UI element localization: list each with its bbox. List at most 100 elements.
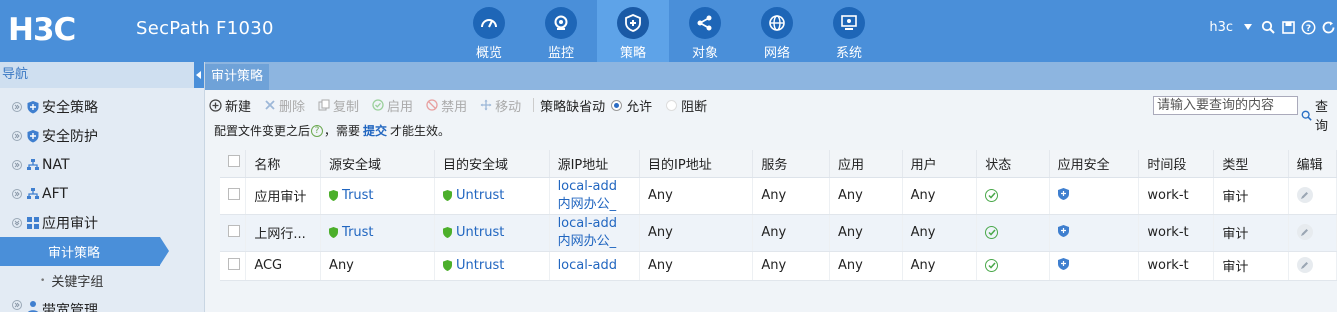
sidebar-item-nat[interactable]: NAT <box>0 150 204 179</box>
edit-icon[interactable] <box>1296 224 1313 241</box>
nav-network[interactable]: 网络 <box>741 0 813 62</box>
collapse-icon[interactable] <box>12 217 22 228</box>
search-button[interactable]: 查询 <box>1301 96 1337 134</box>
col-header[interactable]: 目的安全域 <box>434 150 550 178</box>
block-radio[interactable] <box>666 99 678 111</box>
chevron-left-icon <box>196 71 201 79</box>
src-ip-link[interactable]: local-add <box>558 178 639 196</box>
commit-link[interactable]: 提交 <box>363 122 387 139</box>
delete-button[interactable]: 删除 <box>263 96 305 115</box>
col-header[interactable]: 应用安全 <box>1049 150 1140 178</box>
copy-button[interactable]: 复制 <box>317 96 359 115</box>
notice-text: 配置文件变更之后 <box>214 124 311 138</box>
sidebar-item-label: 带宽管理 <box>42 303 98 312</box>
nav-system[interactable]: 系统 <box>813 0 885 62</box>
nav-monitor[interactable]: 监控 <box>525 0 597 62</box>
status-enabled-icon[interactable] <box>985 226 999 239</box>
src-zone[interactable]: Trust <box>329 188 434 203</box>
time-range-link[interactable]: work-t <box>1138 177 1215 215</box>
expand-icon[interactable] <box>12 130 22 141</box>
user: Any <box>902 214 978 252</box>
src-ip-link[interactable]: 内网办公_ <box>558 196 639 214</box>
svg-text:?: ? <box>1305 24 1310 34</box>
sidebar-item-label: 应用审计 <box>42 215 98 232</box>
time-range-link[interactable]: work-t <box>1138 214 1215 252</box>
type: 审计 <box>1213 214 1289 252</box>
help-icon[interactable]: ? <box>311 124 324 137</box>
disable-button[interactable]: 禁用 <box>425 96 467 115</box>
nav-object[interactable]: 对象 <box>669 0 741 62</box>
dst-zone[interactable]: Untrust <box>443 188 549 203</box>
move-button-label: 移动 <box>495 99 522 115</box>
tab-audit-policy[interactable]: 审计策略 <box>205 64 270 90</box>
dst-zone[interactable]: Untrust <box>443 225 549 240</box>
search-input[interactable]: 请输入要查询的内容 <box>1153 96 1298 115</box>
user-menu[interactable]: h3c <box>1209 20 1233 35</box>
row-checkbox[interactable] <box>228 224 240 237</box>
dst-zone[interactable]: Untrust <box>443 258 549 273</box>
default-action-label: 策略缺省动 <box>540 99 606 115</box>
col-header[interactable]: 编辑 <box>1288 150 1337 178</box>
status-enabled-icon[interactable] <box>985 189 999 202</box>
sidebar-item-label: 安全策略 <box>42 99 98 116</box>
src-zone[interactable]: Trust <box>329 225 434 240</box>
src-ip-link[interactable]: local-add <box>558 257 639 275</box>
network-icon <box>27 187 39 199</box>
col-header[interactable]: 状态 <box>976 150 1050 178</box>
edit-icon[interactable] <box>1296 187 1313 204</box>
col-header[interactable]: 服务 <box>752 150 830 178</box>
select-all-checkbox[interactable] <box>228 155 240 168</box>
col-header[interactable]: 时间段 <box>1138 150 1215 178</box>
select-all-cell[interactable] <box>220 150 247 178</box>
sidebar-item-app-audit[interactable]: 应用审计 <box>0 208 204 237</box>
col-header[interactable]: 源IP地址 <box>549 150 641 178</box>
app-security-shield-icon[interactable] <box>1057 224 1069 237</box>
app-security-shield-icon[interactable] <box>1057 187 1069 200</box>
service: Any <box>752 177 830 215</box>
caret-down-icon[interactable] <box>1239 18 1257 36</box>
src-ip-link[interactable]: 内网办公_ <box>558 233 639 251</box>
help-icon[interactable]: ? <box>1299 18 1317 36</box>
sidebar-collapse-button[interactable] <box>194 62 204 88</box>
expand-icon[interactable] <box>12 159 22 170</box>
sidebar-subitem-keyword-group[interactable]: • 关键字组 <box>0 266 204 295</box>
expand-icon[interactable] <box>12 188 22 199</box>
src-ip-link[interactable]: local-add <box>558 215 639 233</box>
sidebar-item-bandwidth[interactable]: 带宽管理 <box>0 295 204 312</box>
row-checkbox[interactable] <box>228 257 240 270</box>
enable-button[interactable]: 启用 <box>371 96 413 115</box>
sidebar-item-aft[interactable]: AFT <box>0 179 204 208</box>
status-enabled-icon[interactable] <box>985 259 999 272</box>
col-header[interactable]: 应用 <box>829 150 903 178</box>
allow-radio[interactable] <box>611 99 623 111</box>
move-button[interactable]: 移动 <box>479 96 521 115</box>
plus-circle-icon <box>209 98 222 112</box>
col-header[interactable]: 源安全域 <box>320 150 436 178</box>
time-range-link[interactable]: work-t <box>1138 251 1215 281</box>
new-button[interactable]: 新建 <box>209 96 251 115</box>
nav-overview[interactable]: 概览 <box>453 0 525 62</box>
save-icon[interactable] <box>1279 18 1297 36</box>
shield-icon <box>27 129 39 142</box>
table-row[interactable]: 上网行... Trust Untrust local-add 内网办公_ Any … <box>220 214 1337 252</box>
sidebar: 导航 安全策略 安全防护 NAT AFT 应用审计 审计策略 • 关键字组 带宽… <box>0 62 205 312</box>
col-header[interactable]: 名称 <box>245 150 322 178</box>
col-header[interactable]: 类型 <box>1213 150 1289 178</box>
col-header[interactable]: 目的IP地址 <box>639 150 754 178</box>
expand-icon[interactable] <box>12 300 22 310</box>
nav-policy[interactable]: 策略 <box>597 0 669 62</box>
user-icon <box>27 301 39 312</box>
sidebar-item-security-policy[interactable]: 安全策略 <box>0 92 204 121</box>
sidebar-subitem-audit-policy[interactable]: 审计策略 <box>0 237 169 266</box>
app-security-shield-icon[interactable] <box>1057 257 1069 270</box>
table-row[interactable]: 应用审计 Trust Untrust local-add 内网办公_ Any An… <box>220 177 1337 215</box>
col-header[interactable]: 用户 <box>902 150 978 178</box>
expand-icon[interactable] <box>12 101 22 112</box>
sidebar-item-security-protection[interactable]: 安全防护 <box>0 121 204 150</box>
table-row[interactable]: ACG Any Untrust local-add Any Any Any An… <box>220 251 1337 281</box>
search-icon[interactable] <box>1259 18 1277 36</box>
row-checkbox[interactable] <box>228 187 240 200</box>
edit-icon[interactable] <box>1296 257 1313 274</box>
refresh-icon[interactable] <box>1319 18 1337 36</box>
table-header-row: 名称 源安全域 目的安全域 源IP地址 目的IP地址 服务 应用 用户 状态 应… <box>220 150 1337 178</box>
